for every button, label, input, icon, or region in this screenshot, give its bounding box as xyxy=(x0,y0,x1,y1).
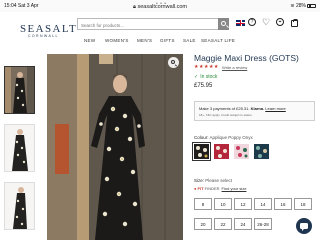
colour-label: Colour: Applique Poppy Onyx xyxy=(194,135,253,140)
check-icon: ✓ xyxy=(194,74,199,80)
search-icon xyxy=(220,20,226,26)
size-button-8[interactable]: 8 xyxy=(194,198,212,210)
klarna-line1: Make 3 payments of £25.31. Klarna. Learn… xyxy=(199,106,286,111)
shopping-bag-icon[interactable] xyxy=(291,18,299,27)
klarna-learn-more-link[interactable]: Learn more xyxy=(265,106,285,111)
search-box xyxy=(77,18,229,30)
search-input[interactable] xyxy=(81,21,216,29)
zoom-button[interactable] xyxy=(168,57,179,68)
klarna-box: Make 3 payments of £25.31. Klarna. Learn… xyxy=(194,101,315,121)
lock-icon: 🔒︎ xyxy=(133,4,136,10)
store-locator-icon[interactable]: ⌖ xyxy=(276,18,284,26)
klarna-disclaimer: 18+, T&C apply. Credit subject to status… xyxy=(199,113,253,117)
chat-button[interactable] xyxy=(296,218,312,234)
colour-swatch-teal-floral[interactable] xyxy=(254,144,269,159)
product-thumbnail[interactable] xyxy=(4,124,35,172)
size-button-24[interactable]: 24 xyxy=(234,218,252,230)
product-title: Maggie Maxi Dress (GOTS) xyxy=(194,53,299,63)
battery-status: ≋ 28% xyxy=(290,3,316,9)
battery-icon xyxy=(307,3,316,8)
size-button-18[interactable]: 18 xyxy=(294,198,312,210)
rating-stars: ★★★★★ xyxy=(194,64,219,70)
product-thumbnail[interactable] xyxy=(4,66,35,114)
nav-item-womens[interactable]: WOMEN'S xyxy=(105,38,129,43)
product-price: £75.95 xyxy=(194,83,213,89)
stock-status: ✓ In stock xyxy=(194,74,218,80)
nav-item-mens[interactable]: MEN'S xyxy=(137,38,152,43)
zoom-icon xyxy=(171,60,175,64)
colour-swatch-red-floral[interactable] xyxy=(214,144,229,159)
write-review-link[interactable]: Write a review xyxy=(222,65,247,70)
size-button-12[interactable]: 12 xyxy=(234,198,252,210)
fit-finder-logo: ● FIT xyxy=(194,186,204,191)
fit-finder: ● FIT FINDER Find your size xyxy=(194,186,247,191)
uk-flag-icon[interactable] xyxy=(236,20,245,26)
colour-swatch-pink-floral[interactable] xyxy=(234,144,249,159)
search-button[interactable] xyxy=(218,18,229,30)
product-thumbnail[interactable] xyxy=(4,182,35,230)
nav-item-seasalt-life[interactable]: SEASALT LIFE xyxy=(201,38,235,43)
size-button-16[interactable]: 16 xyxy=(274,198,292,210)
main-nav: NEW WOMEN'S MEN'S GIFTS SALE SEASALT LIF… xyxy=(0,38,320,46)
account-icon[interactable]: ? xyxy=(248,18,256,26)
wishlist-heart-icon[interactable]: ♡ xyxy=(262,18,271,27)
nav-item-sale[interactable]: SALE xyxy=(183,38,196,43)
chat-bubble-icon xyxy=(300,223,308,230)
size-button-20[interactable]: 20 xyxy=(194,218,212,230)
size-button-14[interactable]: 14 xyxy=(254,198,272,210)
size-label: Size: Please select xyxy=(194,178,233,183)
size-button-26-28[interactable]: 26-28 xyxy=(254,218,272,230)
wifi-icon: ≋ xyxy=(290,3,295,9)
size-button-10[interactable]: 10 xyxy=(214,198,232,210)
find-your-size-link[interactable]: Find your size xyxy=(222,186,247,191)
status-bar: 15:04 Sat 3 Apr • • • 🔒︎ seasaltcornwall… xyxy=(0,0,320,12)
product-main-image[interactable] xyxy=(47,54,183,240)
size-button-22[interactable]: 22 xyxy=(214,218,232,230)
colour-swatch-applique-poppy-onyx[interactable] xyxy=(192,142,211,161)
nav-item-gifts[interactable]: GIFTS xyxy=(160,38,175,43)
nav-item-new[interactable]: NEW xyxy=(84,38,95,43)
url-bar[interactable]: 🔒︎ seasaltcornwall.com xyxy=(0,4,320,11)
